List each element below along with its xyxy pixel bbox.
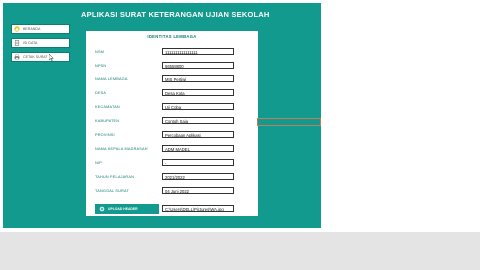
print-icon: [14, 54, 20, 60]
background-desktop: [0, 232, 480, 270]
nip-input[interactable]: -: [162, 159, 234, 166]
form-title: IDENTITAS LEMBAGA: [147, 34, 197, 39]
field-label-nsm: NSM: [95, 50, 105, 54]
desa-input[interactable]: Desa Kota: [162, 89, 234, 96]
nsm-input[interactable]: 1111111111111111: [162, 48, 234, 55]
sidebar-item-label: BERANDA: [23, 27, 41, 31]
field-label-tanggal-surat: TANGGAL SURAT: [95, 189, 129, 193]
tahun-pelajaran-input[interactable]: 2021/2022: [162, 173, 234, 180]
provinsi-input[interactable]: Percobaan Aplikasi: [162, 131, 234, 138]
field-label-tahun-pelajaran: TAHUN PELAJARAN: [95, 175, 135, 179]
upload-header-button[interactable]: UPLOAD HEADER: [95, 204, 159, 214]
kabupaten-input[interactable]: Contoh Saja: [162, 117, 234, 124]
npsn-input[interactable]: 66558800: [162, 62, 234, 69]
field-label-kabupaten: KABUPATEN: [95, 119, 120, 123]
sidebar-item-cetak-surat[interactable]: CETAK SURAT: [11, 52, 70, 62]
mouse-cursor-icon: [48, 48, 54, 66]
identity-form-panel: IDENTITAS LEMBAGA NSM 1111111111111111 N…: [86, 31, 258, 216]
document-icon: [14, 40, 20, 46]
selection-rectangle: [257, 118, 321, 126]
gear-icon: [99, 206, 105, 212]
home-icon: [14, 26, 20, 32]
field-label-nip: NIP: [95, 161, 102, 165]
field-label-provinsi: PROVINSI: [95, 133, 115, 137]
field-label-nama-kepala: NAMA KEPALA MADRASAH: [95, 147, 148, 151]
app-title: APLIKASI SURAT KETERANGAN UJIAN SEKOLAH: [81, 10, 270, 19]
nama-lembaga-input[interactable]: MIS Pertiwi: [162, 75, 234, 82]
upload-header-label: UPLOAD HEADER: [108, 207, 138, 211]
field-label-desa: DESA: [95, 91, 107, 95]
sidebar-item-label: CETAK SURAT: [23, 55, 48, 59]
nama-kepala-input[interactable]: ADM MADEL: [162, 145, 234, 152]
sidebar-item-label: ISI DATA: [23, 41, 38, 45]
field-label-npsn: NPSN: [95, 64, 107, 68]
tanggal-surat-input[interactable]: 04 Juni 2022: [162, 187, 234, 194]
header-path-input[interactable]: C:\Users\DELL\Pictures\WA.jpg: [162, 205, 234, 212]
field-label-kecamatan: KECAMATAN: [95, 105, 120, 109]
kecamatan-input[interactable]: Uji Coba: [162, 103, 234, 110]
sidebar-item-isi-data[interactable]: ISI DATA: [11, 38, 70, 48]
sidebar-item-beranda[interactable]: BERANDA: [11, 24, 70, 34]
app-window: APLIKASI SURAT KETERANGAN UJIAN SEKOLAH …: [3, 3, 321, 228]
field-label-nama-lembaga: NAMA LEMBAGA: [95, 77, 128, 81]
